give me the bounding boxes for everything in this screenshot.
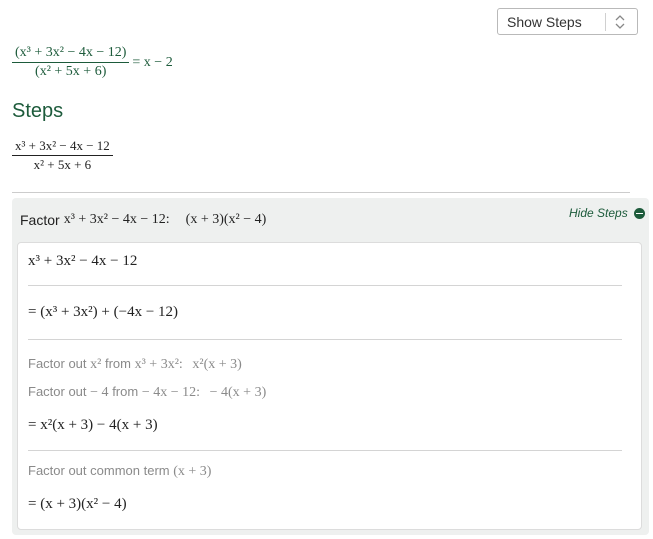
step-note-factor-2: Factor out − 4 from − 4x − 12: − 4(x + 3… xyxy=(28,384,266,401)
note-from: from xyxy=(104,356,131,371)
section-divider xyxy=(12,192,630,193)
note-term: (x + 3) xyxy=(173,464,212,479)
factor-expression: x³ + 3x² − 4x − 12: xyxy=(63,212,170,227)
step-note-common-term: Factor out common term (x + 3) xyxy=(28,463,211,480)
note-expression: x³ + 3x²: xyxy=(134,357,183,372)
step-line-factored-groups: = x²(x + 3) − 4(x + 3) xyxy=(28,417,158,433)
factor-result: (x + 3)(x² − 4) xyxy=(185,212,267,227)
show-steps-label: Show Steps xyxy=(507,14,582,30)
minus-circle-icon xyxy=(633,207,645,219)
factor-step-header: Factor x³ + 3x² − 4x − 12: (x + 3)(x² − … xyxy=(20,212,266,228)
updown-arrows-icon xyxy=(615,15,625,29)
input-denominator: x² + 5x + 6 xyxy=(33,157,92,172)
factor-step-panel: Factor x³ + 3x² − 4x − 12: (x + 3)(x² − … xyxy=(12,198,649,535)
step-line-original: x³ + 3x² − 4x − 12 xyxy=(28,253,138,269)
input-expression: x³ + 3x² − 4x − 12 x² + 5x + 6 xyxy=(12,137,113,174)
note-result: x²(x + 3) xyxy=(192,357,242,372)
note-label: Factor out common term xyxy=(28,463,170,478)
note-label: Factor out xyxy=(28,384,87,399)
step-separator xyxy=(28,285,622,286)
answer-equation: (x³ + 3x² − 4x − 12) (x² + 5x + 6) = x −… xyxy=(12,44,173,81)
step-line-grouping: = (x³ + 3x²) + (−4x − 12) xyxy=(28,304,179,320)
note-label: Factor out xyxy=(28,356,87,371)
note-term: x² xyxy=(90,357,102,372)
factor-label: Factor xyxy=(20,212,60,228)
step-note-factor-1: Factor out x² from x³ + 3x²: x²(x + 3) xyxy=(28,356,242,373)
hide-steps-toggle[interactable]: Hide Steps xyxy=(569,206,645,220)
note-term: − 4 xyxy=(90,385,109,400)
hide-steps-label: Hide Steps xyxy=(569,206,628,220)
answer-fraction: (x³ + 3x² − 4x − 12) (x² + 5x + 6) xyxy=(12,44,130,81)
input-numerator: x³ + 3x² − 4x − 12 xyxy=(12,137,113,156)
answer-denominator: (x² + 5x + 6) xyxy=(35,64,107,79)
step-separator xyxy=(28,450,622,451)
answer-numerator: (x³ + 3x² − 4x − 12) xyxy=(12,44,130,63)
step-separator xyxy=(28,339,622,340)
select-separator xyxy=(605,13,606,31)
note-expression: − 4x − 12: xyxy=(141,385,200,400)
step-details-card: x³ + 3x² − 4x − 12 = (x³ + 3x²) + (−4x −… xyxy=(17,242,642,530)
input-fraction: x³ + 3x² − 4x − 12 x² + 5x + 6 xyxy=(12,137,113,174)
note-from: from xyxy=(112,384,139,399)
step-line-final: = (x + 3)(x² − 4) xyxy=(28,496,127,512)
show-steps-select[interactable]: Show Steps xyxy=(497,8,638,35)
steps-heading: Steps xyxy=(12,100,64,122)
answer-result: = x − 2 xyxy=(132,54,173,70)
note-result: − 4(x + 3) xyxy=(209,385,267,400)
